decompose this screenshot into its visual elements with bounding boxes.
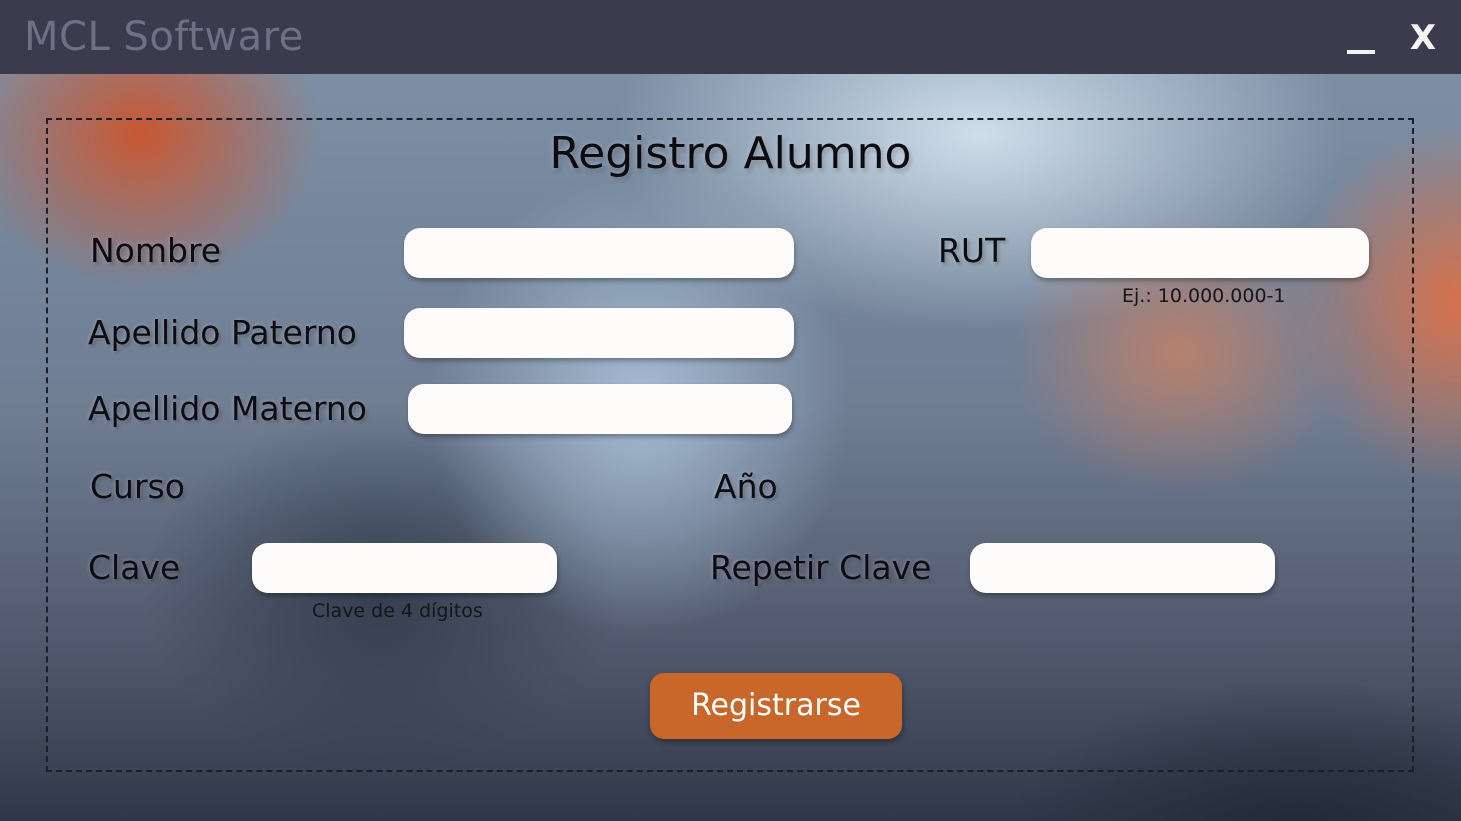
- apellido-paterno-input[interactable]: [404, 308, 794, 358]
- curso-label: Curso: [90, 467, 185, 506]
- minimize-button[interactable]: [1344, 22, 1378, 56]
- nombre-input[interactable]: [404, 228, 794, 278]
- repetir-clave-label: Repetir Clave: [710, 548, 932, 587]
- title-bar: MCL Software X: [0, 0, 1461, 74]
- close-button[interactable]: X: [1405, 18, 1441, 58]
- app-title: MCL Software: [24, 14, 304, 60]
- clave-hint: Clave de 4 dígitos: [312, 600, 483, 622]
- apellido-materno-label: Apellido Materno: [88, 389, 367, 428]
- rut-label: RUT: [938, 231, 1006, 270]
- form-title: Registro Alumno: [549, 128, 912, 179]
- repetir-clave-input[interactable]: [970, 543, 1275, 593]
- close-icon: X: [1409, 18, 1437, 58]
- anio-label: Año: [714, 467, 778, 506]
- app-window: MCL Software X Registro Alumno Nombre RU…: [0, 0, 1461, 821]
- apellido-materno-input[interactable]: [408, 384, 792, 434]
- clave-label: Clave: [88, 548, 181, 587]
- registrarse-button[interactable]: Registrarse: [650, 673, 902, 739]
- apellido-paterno-label: Apellido Paterno: [88, 313, 357, 352]
- rut-input[interactable]: [1031, 228, 1369, 278]
- clave-input[interactable]: [252, 543, 557, 593]
- nombre-label: Nombre: [90, 231, 222, 270]
- rut-hint: Ej.: 10.000.000-1: [1122, 285, 1286, 307]
- minimize-icon: [1347, 50, 1375, 54]
